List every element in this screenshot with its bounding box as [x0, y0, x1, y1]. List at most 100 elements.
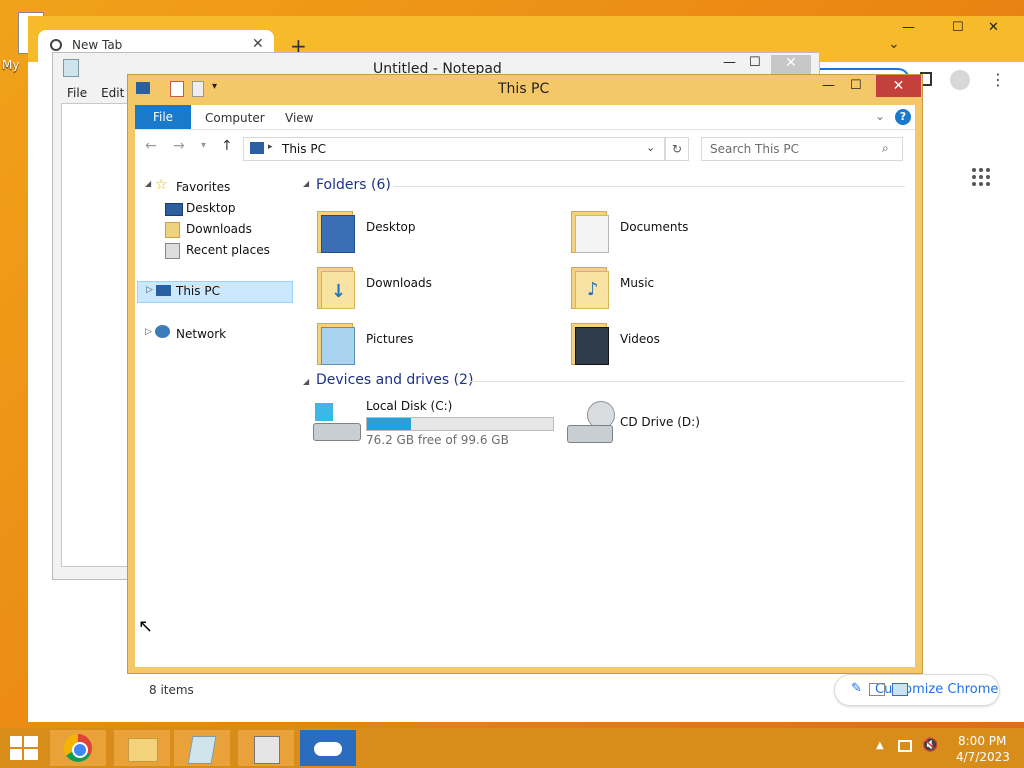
forward-arrow-icon[interactable]: → — [173, 138, 185, 154]
this-pc-expand-icon[interactable]: ▷ — [146, 285, 153, 295]
notepad-maximize-button[interactable]: ☐ — [749, 55, 761, 70]
recent-places-icon — [165, 243, 180, 259]
pencil-icon: ✎ — [851, 681, 862, 696]
desktop-folder-icon[interactable] — [315, 205, 355, 253]
details-view-icon[interactable] — [869, 683, 885, 696]
nav-desktop[interactable]: Desktop — [186, 201, 236, 215]
local-disk-icon[interactable] — [313, 403, 361, 443]
search-icon[interactable]: ⌕ — [882, 141, 889, 156]
refresh-icon[interactable]: ↻ — [665, 137, 689, 161]
this-pc-icon — [156, 285, 171, 296]
search-placeholder: Search This PC — [710, 142, 799, 156]
drive-c-usage-fill — [367, 418, 411, 430]
taskbar-app-button[interactable] — [238, 730, 294, 766]
nav-favorites[interactable]: Favorites — [176, 180, 230, 194]
chrome-maximize-button[interactable]: ☐ — [952, 20, 964, 35]
chrome-minimize-button[interactable]: — — [902, 20, 915, 35]
folders-collapse-icon[interactable]: ◢ — [303, 179, 309, 188]
large-icons-view-icon[interactable] — [892, 683, 908, 696]
pictures-folder-icon[interactable] — [315, 317, 355, 365]
volume-muted-icon[interactable]: 🔇 — [922, 738, 938, 753]
profile-avatar[interactable] — [950, 70, 970, 90]
explorer-window: ▾ This PC — ☐ ✕ File Computer View ⌄ ? ←… — [127, 74, 923, 697]
documents-folder-icon[interactable] — [569, 205, 609, 253]
drive-d-name[interactable]: CD Drive (D:) — [620, 415, 700, 429]
chrome-tab-close-icon[interactable]: ✕ — [252, 36, 264, 52]
taskbar: ▲ 🔇 8:00 PM 4/7/2023 — [0, 728, 1024, 768]
ribbon-expand-icon[interactable]: ⌄ — [875, 109, 885, 123]
folder-label-videos[interactable]: Videos — [620, 332, 660, 346]
notepad-text-area[interactable] — [61, 103, 133, 567]
this-pc-icon — [250, 142, 264, 154]
cd-drive-icon[interactable] — [567, 401, 615, 445]
downloads-folder-icon[interactable]: ↓ — [315, 261, 355, 309]
taskbar-chrome-button[interactable] — [50, 730, 106, 766]
folder-label-downloads[interactable]: Downloads — [366, 276, 432, 290]
notepad-menu-edit[interactable]: Edit — [101, 86, 124, 100]
favorites-expand-icon[interactable]: ◢ — [145, 179, 151, 188]
breadcrumb-chevron-icon[interactable]: ▸ — [268, 142, 273, 152]
explorer-maximize-button[interactable]: ☐ — [850, 78, 862, 93]
chrome-close-button[interactable]: ✕ — [988, 20, 999, 35]
this-pc-icon — [136, 82, 150, 94]
folder-label-documents[interactable]: Documents — [620, 220, 688, 234]
music-folder-icon[interactable]: ♪ — [569, 261, 609, 309]
search-input[interactable]: Search This PC ⌕ — [701, 137, 903, 161]
properties-icon[interactable] — [170, 81, 184, 97]
chrome-tab-title: New Tab — [72, 38, 123, 52]
desktop-shortcut-label[interactable]: My — [2, 58, 19, 72]
notepad-close-button[interactable]: ✕ — [771, 55, 811, 75]
show-hidden-icons-icon[interactable]: ▲ — [876, 740, 884, 751]
address-dropdown-icon[interactable]: ⌄ — [646, 141, 655, 154]
notepad-menu-file[interactable]: File — [67, 86, 87, 100]
windows-start-icon[interactable] — [10, 736, 38, 760]
ribbon-tab-view[interactable]: View — [285, 111, 313, 125]
google-apps-icon[interactable] — [972, 168, 992, 188]
drive-c-free-space: 76.2 GB free of 99.6 GB — [366, 433, 509, 447]
address-text: This PC — [282, 142, 326, 156]
clock-time[interactable]: 8:00 PM — [958, 734, 1006, 748]
status-item-count: 8 items — [149, 683, 194, 697]
new-folder-icon[interactable] — [192, 81, 204, 97]
ribbon-tab-file[interactable]: File — [135, 105, 191, 129]
nav-downloads[interactable]: Downloads — [186, 222, 252, 236]
tab-search-icon[interactable]: ⌄ — [888, 36, 900, 52]
nav-recent-places[interactable]: Recent places — [186, 243, 270, 257]
taskbar-file-explorer-button[interactable] — [114, 730, 170, 766]
explorer-minimize-button[interactable]: — — [822, 78, 835, 93]
help-icon[interactable]: ? — [895, 109, 911, 125]
taskbar-notepad-button[interactable] — [174, 730, 230, 766]
explorer-close-button[interactable]: ✕ — [876, 75, 921, 97]
explorer-body: File Computer View ⌄ ? ← → ▾ ↑ ▸ This PC… — [135, 105, 915, 697]
taskbar-onedrive-button[interactable] — [300, 730, 356, 766]
chrome-menu-icon[interactable]: ⋮ — [990, 70, 1006, 89]
videos-folder-icon[interactable] — [569, 317, 609, 365]
devices-collapse-icon[interactable]: ◢ — [303, 377, 309, 386]
desktop-icon — [165, 203, 183, 216]
network-status-icon[interactable] — [898, 740, 912, 752]
ribbon-tab-computer[interactable]: Computer — [205, 111, 265, 125]
nav-this-pc: This PC — [176, 284, 220, 298]
explorer-title: This PC — [498, 81, 550, 97]
ribbon: File Computer View ⌄ ? — [135, 105, 915, 130]
customize-chrome-button[interactable]: ✎ Customize Chrome — [834, 674, 1000, 706]
notepad-minimize-button[interactable]: — — [723, 55, 736, 70]
folder-label-pictures[interactable]: Pictures — [366, 332, 414, 346]
drive-c-usage-bar — [366, 417, 554, 431]
back-arrow-icon[interactable]: ← — [145, 138, 157, 154]
drive-c-name[interactable]: Local Disk (C:) — [366, 399, 452, 413]
network-expand-icon[interactable]: ▷ — [145, 327, 152, 337]
address-bar[interactable]: ▸ This PC ⌄ — [243, 137, 665, 161]
folder-label-desktop[interactable]: Desktop — [366, 220, 416, 234]
recent-locations-icon[interactable]: ▾ — [201, 140, 206, 151]
devices-group-header[interactable]: Devices and drives (2) — [316, 372, 473, 388]
up-arrow-icon[interactable]: ↑ — [221, 138, 233, 154]
network-icon — [155, 325, 170, 338]
quick-access-dropdown-icon[interactable]: ▾ — [212, 81, 217, 92]
nav-this-pc-item[interactable]: ▷ This PC — [137, 281, 293, 303]
downloads-icon — [165, 222, 180, 238]
clock-date[interactable]: 4/7/2023 — [956, 750, 1010, 764]
nav-network[interactable]: Network — [176, 327, 226, 341]
folders-group-header[interactable]: Folders (6) — [316, 177, 391, 193]
folder-label-music[interactable]: Music — [620, 276, 654, 290]
